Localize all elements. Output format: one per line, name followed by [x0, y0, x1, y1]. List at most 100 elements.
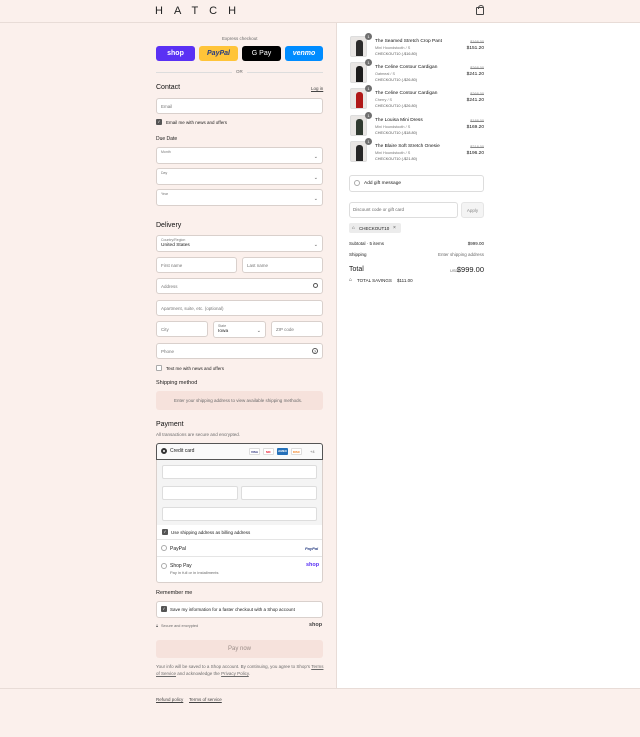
city-field[interactable]: City	[156, 321, 208, 337]
product-thumbnail	[350, 36, 367, 57]
email-field[interactable]: Email	[156, 98, 323, 114]
chevron-down-icon: ⌄	[313, 154, 318, 160]
news-checkbox[interactable]: ✓	[156, 119, 162, 125]
savings-tag-icon: ⌂	[349, 277, 353, 283]
paypal-label: PayPal	[170, 546, 186, 552]
brand-logo[interactable]: HATCH	[155, 5, 247, 17]
chevron-down-icon: ⌄	[313, 242, 318, 248]
billing-address-label: Use shipping address as billing address	[171, 530, 251, 535]
chevron-down-icon: ⌄	[313, 175, 318, 181]
remember-label: Save my information for a faster checkou…	[170, 607, 295, 612]
card-number-field[interactable]	[162, 465, 317, 479]
year-caption: Year	[161, 192, 169, 196]
remove-discount-icon[interactable]: ×	[393, 225, 396, 231]
pay-now-button[interactable]: Pay now	[156, 640, 323, 658]
delivery-heading: Delivery	[156, 222, 182, 229]
applied-code: CHECKOUT10	[359, 226, 390, 231]
venmo-button[interactable]: venmo	[285, 46, 323, 61]
divider	[156, 72, 232, 73]
state-select[interactable]: State Iowa ⌄	[213, 321, 266, 338]
remember-checkbox[interactable]: ✓	[161, 606, 167, 612]
expiration-field[interactable]	[162, 486, 238, 500]
product-name: The Celine Contour Cardigan	[375, 65, 438, 70]
day-caption: Day	[161, 171, 168, 175]
help-icon[interactable]: ?	[312, 348, 318, 354]
shopping-bag-icon[interactable]	[476, 5, 484, 15]
quantity-badge: 1	[365, 33, 372, 40]
phone-field[interactable]: Phone?	[156, 343, 323, 359]
express-checkout-title: Express checkout	[222, 36, 258, 41]
login-link[interactable]: Log in	[311, 86, 323, 91]
billing-address-checkbox[interactable]: ✓	[162, 529, 168, 535]
refund-policy-link[interactable]: Refund policy	[156, 697, 183, 702]
country-value: United States	[161, 243, 190, 248]
legal-line1: Your info will be saved to a Shop accoun…	[156, 664, 311, 669]
product-name: The Celine Contour Cardigan	[375, 91, 438, 96]
shop-pay-radio[interactable]	[161, 563, 167, 569]
product-original-price: $188.00	[470, 119, 484, 123]
year-select[interactable]: Year ⌄	[156, 189, 323, 206]
discover-icon: DISC	[291, 448, 302, 455]
product-original-price: $268.00	[470, 92, 484, 96]
day-select[interactable]: Day ⌄	[156, 168, 323, 185]
address-field[interactable]: Address	[156, 278, 323, 294]
shop-pay-sub: Pay in full or in installments	[170, 570, 219, 575]
search-icon	[313, 283, 318, 288]
savings-value: $111.00	[397, 278, 413, 283]
quantity-badge: 1	[365, 138, 372, 145]
shop-pay-label: Shop Pay	[170, 563, 192, 569]
last-name-placeholder: Last name	[247, 263, 269, 268]
paypal-radio[interactable]	[161, 545, 167, 551]
zip-placeholder: ZIP code	[276, 327, 294, 332]
terms-of-service-link[interactable]: Terms of service	[189, 697, 222, 702]
first-name-field[interactable]: First name	[156, 257, 237, 273]
tag-icon: ⌂	[352, 225, 355, 230]
last-name-field[interactable]: Last name	[242, 257, 323, 273]
subtotal-label: Subtotal · 5 items	[349, 241, 385, 246]
footer	[0, 688, 640, 737]
secure-label: Secure and encrypted	[161, 624, 199, 628]
email-placeholder: Email	[161, 104, 173, 109]
country-caption: Country/Region	[161, 238, 186, 242]
due-date-heading: Due Date	[156, 136, 178, 142]
product-discount: CHECKOUT10 (-$26.80)	[375, 104, 417, 108]
shop-pay-button[interactable]: shop	[156, 46, 195, 61]
credit-card-radio[interactable]	[161, 448, 167, 454]
product-discount: CHECKOUT10 (-$21.80)	[375, 157, 417, 161]
total-label: Total	[349, 266, 364, 273]
security-code-field[interactable]	[241, 486, 317, 500]
name-on-card-field[interactable]	[162, 507, 317, 521]
divider	[157, 556, 322, 557]
chevron-down-icon: ⌄	[256, 328, 261, 334]
gift-message-checkbox[interactable]	[354, 180, 360, 186]
address-placeholder: Address	[161, 284, 178, 289]
month-select[interactable]: Month ⌄	[156, 147, 323, 164]
product-figure	[356, 92, 363, 108]
product-price: $169.20	[466, 125, 484, 130]
privacy-policy-link[interactable]: Privacy Policy	[221, 671, 249, 676]
text-news-checkbox[interactable]	[156, 365, 162, 371]
legal-mid: and acknowledge the	[177, 671, 220, 676]
zip-field[interactable]: ZIP code	[271, 321, 323, 337]
shipping-note: Enter your shipping address to view avai…	[174, 398, 303, 403]
product-name: The Seamed Stretch Crop Pant	[375, 39, 442, 44]
product-variant: Cherry / S	[375, 98, 393, 102]
apply-button[interactable]: Apply	[461, 202, 484, 218]
product-discount: CHECKOUT10 (-$18.80)	[375, 131, 417, 135]
quantity-badge: 1	[365, 59, 372, 66]
apartment-field[interactable]: Apartment, suite, etc. (optional)	[156, 300, 323, 316]
google-pay-button[interactable]: G Pay	[242, 46, 281, 61]
product-price: $196.20	[466, 151, 484, 156]
product-discount: CHECKOUT10 (-$16.80)	[375, 52, 417, 56]
visa-icon: VISA	[249, 448, 260, 455]
first-name-placeholder: First name	[161, 263, 183, 268]
country-select[interactable]: Country/Region United States ⌄	[156, 235, 323, 252]
divider	[247, 72, 323, 73]
product-figure	[356, 40, 363, 56]
product-price: $151.20	[466, 46, 484, 51]
product-original-price: $218.00	[470, 145, 484, 149]
product-figure	[356, 119, 363, 135]
paypal-button[interactable]: PayPal	[199, 46, 238, 61]
phone-placeholder: Phone	[161, 349, 175, 354]
contact-heading: Contact	[156, 84, 181, 91]
